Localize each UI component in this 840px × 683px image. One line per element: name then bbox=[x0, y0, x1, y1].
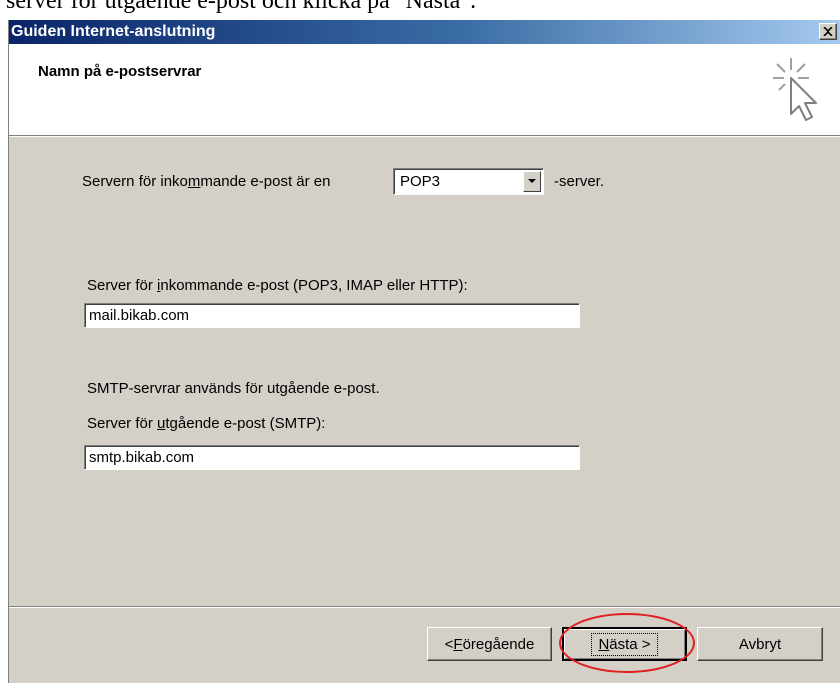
wizard-header: Namn på e-postservrar bbox=[9, 44, 840, 136]
incoming-server-label: Server för inkommande e-post (POP3, IMAP… bbox=[87, 277, 468, 294]
close-button[interactable] bbox=[819, 23, 837, 40]
wizard-dialog: Guiden Internet-anslutning Namn på e-pos… bbox=[8, 20, 840, 683]
server-type-value: POP3 bbox=[400, 173, 441, 190]
outgoing-server-input[interactable]: smtp.bikab.com bbox=[84, 445, 580, 470]
document-caption: server för utgående e-post och klicka på… bbox=[0, 0, 840, 20]
incoming-server-input[interactable]: mail.bikab.com bbox=[84, 303, 580, 328]
dropdown-button[interactable] bbox=[523, 171, 541, 192]
next-button-label: Nästa > bbox=[591, 632, 658, 656]
server-type-suffix: -server. bbox=[554, 173, 605, 190]
caption-text: server för utgående e-post och klicka på… bbox=[6, 0, 477, 14]
next-button[interactable]: Nästa > bbox=[562, 627, 687, 661]
window-title: Guiden Internet-anslutning bbox=[11, 23, 216, 40]
back-button[interactable]: < Föregående bbox=[427, 627, 552, 661]
server-type-label: Servern för inkommande e-post är en bbox=[82, 173, 331, 190]
wizard-cursor-icon bbox=[773, 58, 817, 121]
page-title: Namn på e-postservrar bbox=[38, 63, 202, 80]
title-bar: Guiden Internet-anslutning bbox=[9, 20, 840, 44]
button-separator bbox=[9, 606, 840, 608]
cancel-button[interactable]: Avbryt bbox=[697, 627, 823, 661]
smtp-info-text: SMTP-servrar används för utgående e-post… bbox=[87, 380, 380, 397]
server-type-select[interactable]: POP3 bbox=[393, 168, 544, 195]
close-icon bbox=[823, 27, 833, 36]
outgoing-server-label: Server för utgående e-post (SMTP): bbox=[87, 415, 326, 432]
chevron-down-icon bbox=[528, 179, 536, 183]
